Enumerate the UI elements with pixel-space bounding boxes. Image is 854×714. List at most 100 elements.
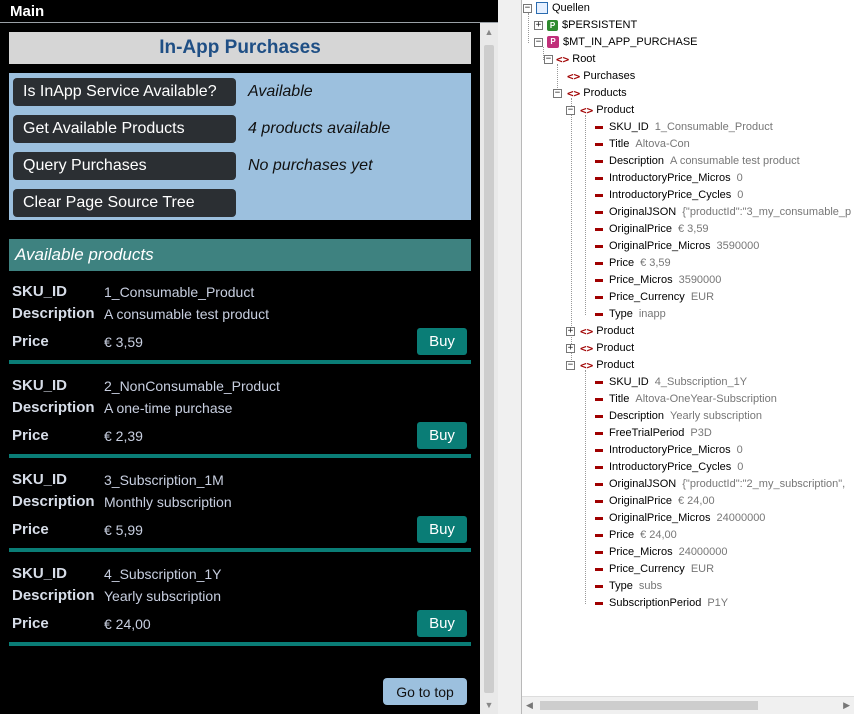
tree-label: Product	[596, 342, 635, 354]
tree-attr[interactable]: Type subs	[592, 578, 662, 595]
plus-toggle-icon[interactable]: +	[534, 21, 543, 30]
xml-attribute-icon	[595, 533, 603, 537]
minus-toggle-icon[interactable]: −	[544, 55, 553, 64]
clear-tree-button[interactable]: Clear Page Source Tree	[13, 189, 236, 217]
tree-attr[interactable]: FreeTrialPeriod P3D	[592, 425, 712, 442]
minus-toggle-icon[interactable]: −	[553, 89, 562, 98]
window-title: Main	[10, 3, 45, 20]
tree-attr[interactable]: OriginalPrice_Micros 24000000	[592, 510, 765, 527]
buy-button[interactable]: Buy	[417, 422, 467, 449]
minus-toggle-icon[interactable]: −	[523, 4, 532, 13]
sources-icon	[536, 2, 548, 15]
buy-button[interactable]: Buy	[417, 610, 467, 637]
tree-attr[interactable]: OriginalPrice € 3,59	[592, 221, 709, 238]
buy-button[interactable]: Buy	[417, 516, 467, 543]
tree-attr[interactable]: Title Altova-Con	[592, 136, 690, 153]
tree-attr[interactable]: Price_Currency EUR	[592, 561, 714, 578]
sku-value: 2_NonConsumable_Product	[104, 378, 280, 394]
xml-element-icon: <>	[580, 103, 594, 117]
tree-label: Purchases	[583, 70, 636, 82]
tree-attr[interactable]: SKU_ID 1_Consumable_Product	[592, 119, 773, 136]
price-label: Price	[12, 521, 49, 538]
get-products-button[interactable]: Get Available Products	[13, 115, 236, 143]
buy-button[interactable]: Buy	[417, 328, 467, 355]
page-title: In-App Purchases	[159, 37, 321, 58]
tree-attr[interactable]: Description Yearly subscription	[592, 408, 762, 425]
minus-toggle-icon[interactable]: −	[534, 38, 543, 47]
description-label: Description	[12, 493, 95, 510]
scroll-right-icon[interactable]: ▶	[843, 700, 850, 711]
xml-element-icon: <>	[580, 341, 594, 355]
tree-label: Product	[596, 325, 635, 337]
tree-attr[interactable]: Title Altova-OneYear-Subscription	[592, 391, 777, 408]
xml-attribute-icon	[595, 499, 603, 503]
tree-attr[interactable]: OriginalPrice_Micros 3590000	[592, 238, 759, 255]
sku-value: 3_Subscription_1M	[104, 472, 224, 488]
scroll-down-icon[interactable]: ▼	[480, 696, 498, 714]
xml-attribute-icon	[595, 142, 603, 146]
xml-attribute-icon	[595, 227, 603, 231]
xml-attribute-icon	[595, 193, 603, 197]
tree-attr[interactable]: IntroductoryPrice_Micros 0	[592, 442, 743, 459]
source-tree: − Quellen + P $PERSISTENT − P $MT_IN_APP_P…	[522, 0, 854, 696]
go-to-top-button[interactable]: Go to top	[383, 678, 467, 705]
splitter[interactable]	[498, 0, 522, 714]
tree-attr[interactable]: Price € 3,59	[592, 255, 671, 272]
xml-attribute-icon	[595, 125, 603, 129]
tree-attr[interactable]: Price_Micros 24000000	[592, 544, 728, 561]
tree-label: Product	[596, 104, 635, 116]
price-value: € 24,00	[104, 616, 151, 632]
tree-attr[interactable]: Type inapp	[592, 306, 666, 323]
sku-label: SKU_ID	[12, 283, 68, 300]
tree-guide	[585, 115, 586, 315]
plus-toggle-icon[interactable]: +	[566, 344, 575, 353]
tree-attr[interactable]: Price_Micros 3590000	[592, 272, 721, 289]
description-value: A one-time purchase	[104, 400, 233, 416]
plus-toggle-icon[interactable]: +	[566, 327, 575, 336]
xml-element-icon: <>	[567, 69, 581, 83]
tree-label: Quellen	[552, 2, 590, 14]
tree-attr[interactable]: OriginalJSON {"productId":"2_my_subscript…	[592, 476, 845, 493]
check-service-button[interactable]: Is InApp Service Available?	[13, 78, 236, 106]
horizontal-scrollbar[interactable]: ◀ ▶	[522, 696, 854, 714]
tree-attr[interactable]: IntroductoryPrice_Cycles 0	[592, 459, 743, 476]
description-value: A consumable test product	[104, 306, 269, 322]
vertical-scrollbar[interactable]: ▲ ▼	[480, 23, 498, 714]
price-label: Price	[12, 427, 49, 444]
product-divider	[9, 642, 471, 646]
tree-guide	[585, 370, 586, 604]
tree-attr[interactable]: SKU_ID 4_Subscription_1Y	[592, 374, 747, 391]
scrollbar-thumb[interactable]	[540, 701, 758, 710]
description-value: Yearly subscription	[104, 588, 221, 604]
xml-attribute-icon	[595, 380, 603, 384]
available-products-header: Available products	[9, 239, 471, 271]
price-value: € 3,59	[104, 334, 143, 350]
tree-attr[interactable]: OriginalPrice € 24,00	[592, 493, 715, 510]
scroll-up-icon[interactable]: ▲	[480, 23, 498, 41]
price-label: Price	[12, 333, 49, 350]
tree-attr[interactable]: Description A consumable test product	[592, 153, 800, 170]
description-label: Description	[12, 587, 95, 604]
tree-attr[interactable]: SubscriptionPeriod P1Y	[592, 595, 728, 612]
tree-attr[interactable]: IntroductoryPrice_Micros 0	[592, 170, 743, 187]
tree-label: $PERSISTENT	[562, 19, 638, 31]
xml-attribute-icon	[595, 397, 603, 401]
description-label: Description	[12, 399, 95, 416]
tree-attr[interactable]: Price € 24,00	[592, 527, 677, 544]
xml-element-icon: <>	[567, 86, 581, 100]
tree-attr[interactable]: OriginalJSON {"productId":"3_my_consumabl…	[592, 204, 851, 221]
xml-attribute-icon	[595, 261, 603, 265]
scroll-left-icon[interactable]: ◀	[526, 700, 533, 711]
query-purchases-button[interactable]: Query Purchases	[13, 152, 236, 180]
tree-attr[interactable]: Price_Currency EUR	[592, 289, 714, 306]
minus-toggle-icon[interactable]: −	[566, 361, 575, 370]
tree-attr[interactable]: IntroductoryPrice_Cycles 0	[592, 187, 743, 204]
service-status: Available	[248, 83, 313, 100]
description-value: Monthly subscription	[104, 494, 232, 510]
scrollbar-thumb[interactable]	[484, 45, 494, 693]
xml-attribute-icon	[595, 244, 603, 248]
service-panel: Is InApp Service Available? Available Ge…	[9, 73, 471, 220]
minus-toggle-icon[interactable]: −	[566, 106, 575, 115]
product-card: SKU_ID 1_Consumable_Product Description …	[9, 280, 471, 374]
product-card: SKU_ID 4_Subscription_1Y Description Yea…	[9, 562, 471, 656]
